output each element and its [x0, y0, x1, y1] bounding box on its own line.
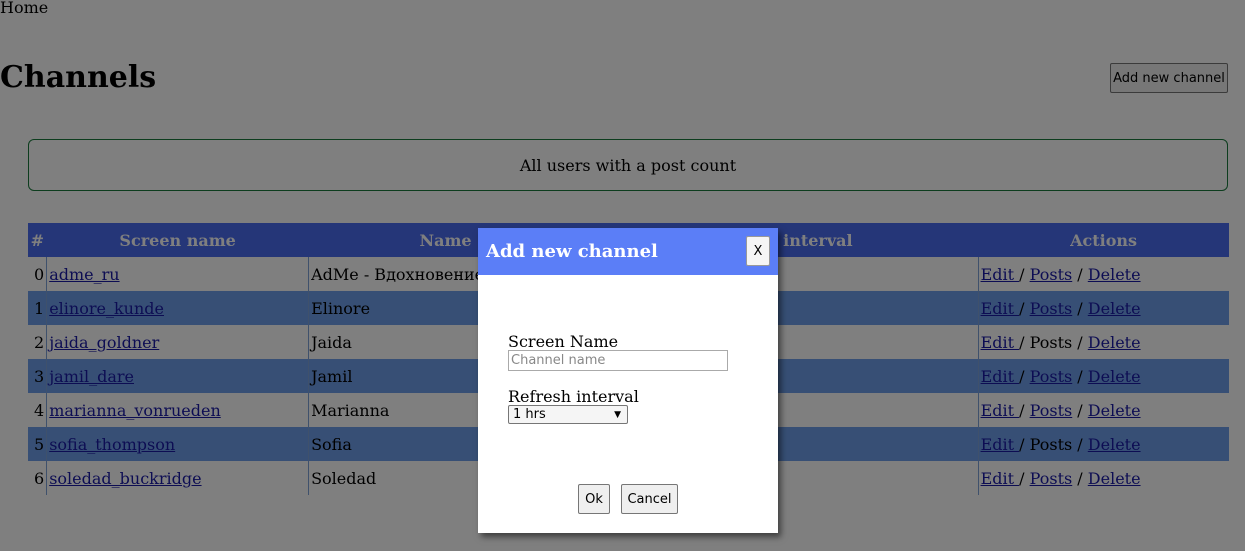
ok-button[interactable]: Ok: [578, 484, 610, 514]
refresh-interval-value: 1 hrs: [513, 407, 546, 422]
dialog-title: Add new channel: [486, 241, 658, 262]
dialog-header: Add new channel X: [478, 228, 778, 275]
screen-name-input[interactable]: [508, 350, 728, 371]
close-button[interactable]: X: [746, 236, 770, 266]
add-channel-dialog: Add new channel X Screen Name Refresh in…: [478, 228, 778, 533]
cancel-button[interactable]: Cancel: [621, 484, 678, 514]
screen-name-label: Screen Name: [508, 332, 619, 351]
refresh-interval-label: Refresh interval: [508, 387, 639, 406]
refresh-interval-select[interactable]: 1 hrs ▼: [508, 405, 628, 424]
chevron-down-icon: ▼: [614, 409, 621, 420]
